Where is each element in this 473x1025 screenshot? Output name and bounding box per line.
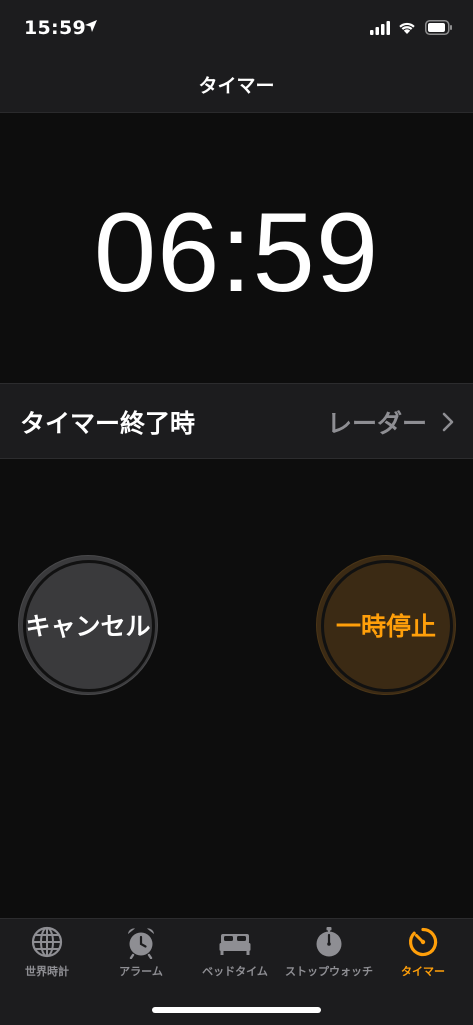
tab-world-clock[interactable]: 世界時計	[0, 925, 94, 995]
cancel-button-label: キャンセル	[25, 612, 151, 641]
timer-icon	[409, 927, 438, 957]
pause-button[interactable]: 一時停止	[316, 555, 456, 695]
timer-end-label: タイマー終了時	[20, 409, 196, 438]
tab-stopwatch-label: ストップウォッチ	[285, 965, 373, 978]
tab-alarm-label: アラーム	[119, 965, 163, 978]
tab-bedtime[interactable]: ベッドタイム	[188, 925, 282, 995]
status-bar: 15:59	[0, 0, 473, 60]
timer-countdown: 06:59	[93, 190, 380, 315]
tab-world-clock-label: 世界時計	[25, 965, 69, 978]
tab-stopwatch[interactable]: ストップウォッチ	[282, 925, 376, 995]
timer-end-sound-row[interactable]: タイマー終了時 レーダー	[0, 383, 473, 459]
page-title: タイマー	[198, 75, 275, 97]
status-time: 15:59	[24, 17, 86, 39]
chevron-right-icon	[442, 412, 454, 432]
tab-timer-label: タイマー	[401, 965, 445, 978]
cellular-signal-icon	[370, 21, 390, 35]
bed-icon	[219, 934, 251, 955]
timer-end-sound-value: レーダー	[326, 409, 427, 438]
stopwatch-icon	[316, 927, 342, 957]
globe-icon	[31, 926, 63, 958]
wifi-icon	[399, 22, 415, 34]
home-indicator[interactable]	[152, 1007, 321, 1013]
tab-bedtime-label: ベッドタイム	[202, 965, 268, 978]
battery-icon	[425, 20, 452, 35]
pause-button-label: 一時停止	[335, 612, 436, 641]
nav-bar: タイマー	[0, 60, 473, 113]
location-arrow-icon	[85, 20, 97, 32]
tab-alarm[interactable]: アラーム	[94, 925, 188, 995]
cancel-button[interactable]: キャンセル	[18, 555, 158, 695]
alarm-clock-icon	[128, 928, 154, 959]
tab-timer[interactable]: タイマー	[376, 925, 470, 995]
